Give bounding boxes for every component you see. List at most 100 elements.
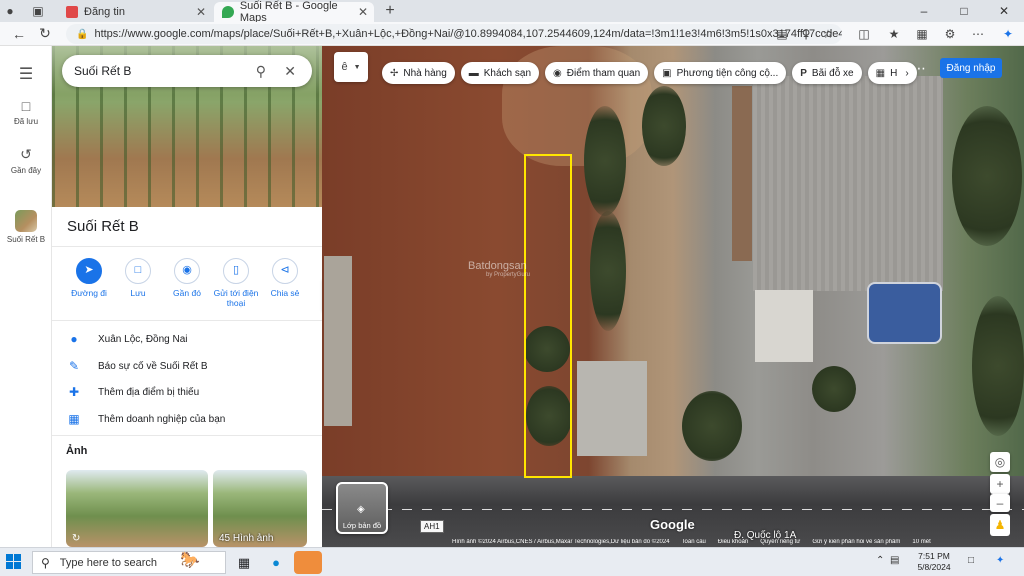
chip-parking[interactable]: P Bãi đỗ xe [792,62,862,84]
close-icon[interactable]: ✕ [196,5,206,19]
search-icon: ⚲ [41,555,50,570]
roof-block [732,86,752,261]
collections-icon[interactable]: ▦ [910,22,934,46]
chip-label: H [890,67,898,79]
tray-overflow-icon[interactable]: ⌃ [876,555,884,566]
reload-icon[interactable]: ↻ [32,22,58,46]
recent-button[interactable]: ↺ Gần đây [0,146,52,175]
small-building [324,256,352,426]
close-icon[interactable]: ✕ [284,63,296,80]
photo-thumbnail[interactable]: ↻ [66,470,208,547]
chip-more[interactable]: ▦ H › [867,62,917,84]
address-row[interactable]: ● Xuân Lộc, Đồng Nai [66,330,316,348]
menu-button[interactable]: ☰ [0,64,52,87]
maps-left-rail: ☰ □ Đã lưu ↺ Gần đây Suối Rết B [0,46,52,547]
saved-button[interactable]: □ Đã lưu [0,98,52,126]
send-to-phone-button[interactable]: ▯ Gửi tới điện thoại [213,258,259,308]
lock-icon: 🔒 [76,28,89,40]
layers-button[interactable]: ◈ Lớp bản đồ [336,482,388,534]
action-label: Đường đi [71,288,107,298]
add-missing-place-row[interactable]: ✚ Thêm địa điểm bị thiếu [66,383,316,401]
split-screen-icon[interactable]: ◫ [852,22,876,46]
divider [52,435,322,436]
add-business-icon: ▦ [68,412,80,426]
back-icon[interactable]: ← [6,22,32,46]
clock-date: 5/8/2024 [917,562,951,572]
edge-browser-icon[interactable]: ● [262,551,290,574]
more-options-icon[interactable]: ⋯ [966,22,990,46]
save-button[interactable]: □ Lưu [115,258,161,298]
search-placeholder: Type here to search [59,556,158,569]
minimize-icon[interactable]: – [904,0,944,22]
layers-label: Lớp bản đồ [342,521,382,530]
chevron-right-icon[interactable]: › [905,68,908,79]
chip-hotels[interactable]: ▬ Khách sạn [460,62,540,84]
recent-place-button[interactable]: Suối Rết B [0,210,52,244]
search-input[interactable]: Suối Rết B ⚲ ✕ [62,55,312,87]
input-tools-button[interactable]: ê ▼ [334,52,368,82]
road-marking [322,509,1024,510]
metal-shed [577,361,647,456]
scale-bar-label[interactable]: 10 mét [912,539,930,547]
place-title: Suối Rết B [67,218,139,235]
favorite-star-icon[interactable]: ☆ [816,22,840,46]
url-input[interactable]: 🔒 https://www.google.com/maps/place/Suối… [66,24,842,44]
search-value: Suối Rết B [74,64,132,78]
horse-widget-icon: 🐎 [180,552,200,569]
attribution-terms-link[interactable]: Điều khoản [718,539,748,547]
system-clock[interactable]: 7:51 PM 5/8/2024 [912,551,956,573]
hotel-icon: ▬ [468,67,479,79]
chip-label: Khách sạn [483,67,532,79]
chip-transit[interactable]: ▣ Phương tiện công cộ... [654,62,787,84]
maximize-icon[interactable]: □ [944,0,984,22]
highway-shield: AH1 [420,520,444,533]
url-text: https://www.google.com/maps/place/Suối+R… [94,28,842,40]
zoom-in-button[interactable]: + [990,474,1010,494]
history-icon: ↺ [20,146,32,162]
directions-button[interactable]: ➤ Đường đi [66,258,112,298]
profile-icon[interactable]: ● [0,1,20,21]
chip-attractions[interactable]: ◉ Điểm tham quan [545,62,649,84]
notifications-icon[interactable]: □ [968,555,974,566]
attribution-global-link[interactable]: Toàn cầu [682,539,706,547]
my-location-icon[interactable]: ◎ [990,452,1010,472]
favorites-icon[interactable]: ★ [882,22,906,46]
copilot-icon[interactable]: ✦ [996,22,1020,46]
workspaces-icon[interactable]: ▣ [28,1,48,21]
windows-start-icon[interactable] [6,554,22,570]
zoom-icon[interactable]: ⚲ [794,22,818,46]
report-issue-row[interactable]: ✎ Báo sự cố về Suối Rết B [66,357,316,375]
photo-thumbnail[interactable]: 45 Hình ảnh [213,470,307,547]
sign-in-button[interactable]: Đăng nhập [940,58,1002,78]
nearby-button[interactable]: ◉ Gần đó [164,258,210,298]
action-label: Gửi tới điện thoại [213,288,259,309]
attribution-feedback-link[interactable]: Gửi ý kiến phản hồi về sản phẩm [812,539,900,547]
search-icon[interactable]: ⚲ [256,63,266,80]
chip-restaurants[interactable]: ✢ Nhà hàng [382,62,455,84]
tab-dang-tin[interactable]: Đăng tin ✕ [58,2,212,22]
land-parcel-outline[interactable] [524,154,572,478]
input-tools-label: ê [341,61,348,73]
warehouse-roof [753,76,943,291]
tree-cluster [812,366,856,412]
extensions-icon[interactable]: ⚙ [938,22,962,46]
tab-google-maps[interactable]: Suối Rết B - Google Maps ✕ [214,0,374,24]
close-icon[interactable]: ✕ [358,5,368,19]
google-apps-icon[interactable]: ⋯ [912,60,926,77]
map-attribution: Hình ảnh ©2024 Airbus,CNES / Airbus,Maxa… [452,539,1024,547]
satellite-map[interactable]: Batdongsan by PropertyGuru ê ▼ ✢ Nhà hàn… [322,46,1024,547]
share-button[interactable]: ⊲ Chia sẻ [262,258,308,298]
new-tab-button[interactable]: + [380,1,400,21]
zalo-icon[interactable] [294,551,322,574]
info-label: Thêm doanh nghiệp của bạn [98,413,226,425]
copilot-taskbar-icon[interactable]: ✦ [996,555,1004,566]
tree-cluster [584,106,626,216]
street-view-pegman-icon[interactable]: ♟ [990,514,1010,536]
add-business-row[interactable]: ▦ Thêm doanh nghiệp của bạn [66,410,316,428]
task-view-icon[interactable]: ▦ [230,551,258,574]
attribution-privacy-link[interactable]: Quyền riêng tư [760,539,800,547]
reader-icon[interactable]: ▤ [770,22,794,46]
zoom-out-button[interactable]: – [990,494,1010,512]
network-icon[interactable]: ▤ [890,555,899,566]
close-window-icon[interactable]: ✕ [984,0,1024,22]
